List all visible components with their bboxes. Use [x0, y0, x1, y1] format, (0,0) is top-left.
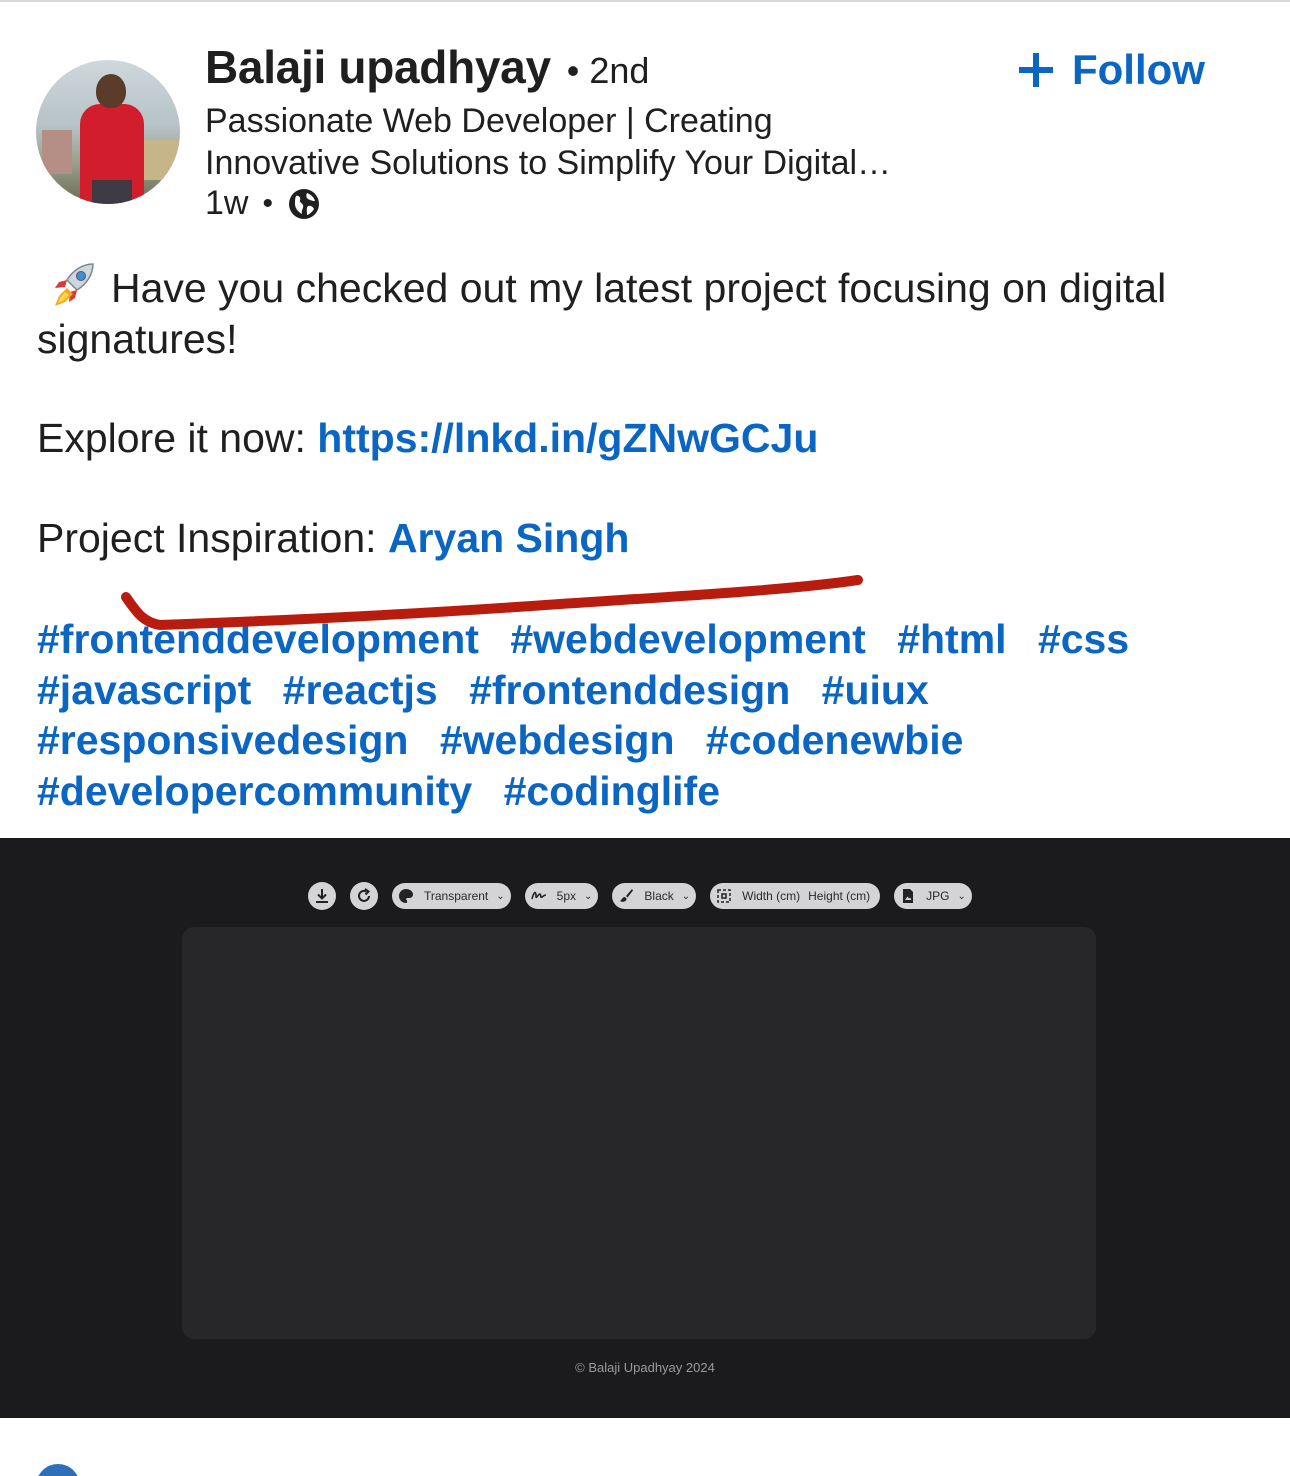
- resize-icon: [717, 889, 731, 903]
- refresh-icon: [358, 888, 371, 902]
- brush-icon: [620, 889, 634, 902]
- hashtag[interactable]: #codenewbie: [706, 717, 963, 763]
- inspiration-prefix: Project Inspiration:: [37, 515, 388, 561]
- hashtag[interactable]: #css: [1038, 616, 1129, 662]
- hashtag[interactable]: #uiux: [822, 667, 929, 713]
- stroke-width-select[interactable]: 5px ⌄: [524, 883, 599, 909]
- hashtag[interactable]: #frontenddevelopment: [37, 616, 479, 662]
- hashtag[interactable]: #html: [897, 616, 1006, 662]
- plus-icon: [1019, 53, 1053, 87]
- post-line-1: Have you checked out my latest project f…: [111, 265, 1167, 311]
- headline-line-2: Innovative Solutions to Simplify Your Di…: [205, 144, 892, 182]
- height-input[interactable]: Height (cm): [808, 889, 870, 903]
- hashtag[interactable]: #reactjs: [283, 667, 438, 713]
- headline-line-1: Passionate Web Developer | Creating: [205, 102, 773, 140]
- connection-degree: • 2nd: [566, 50, 650, 91]
- chevron-down-icon: ⌄: [681, 890, 691, 902]
- download-icon: [316, 889, 328, 903]
- format-select[interactable]: JPG ⌄: [894, 883, 972, 909]
- hashtag[interactable]: #webdevelopment: [510, 616, 865, 662]
- hashtag[interactable]: #codinglife: [504, 768, 720, 814]
- post-time: 1w: [205, 184, 249, 222]
- author-avatar[interactable]: [36, 60, 180, 204]
- signature-stroke-icon: [530, 891, 546, 900]
- width-input[interactable]: Width (cm): [742, 889, 800, 903]
- download-button[interactable]: [308, 882, 336, 910]
- hashtag[interactable]: #responsivedesign: [37, 717, 408, 763]
- format-value: JPG: [926, 889, 950, 903]
- hashtag[interactable]: #javascript: [37, 667, 251, 713]
- hashtag[interactable]: #frontenddesign: [469, 667, 790, 713]
- background-value: Transparent: [424, 889, 489, 903]
- globe-icon: [288, 188, 319, 219]
- author-headline: Passionate Web Developer | Creating Inno…: [205, 100, 995, 184]
- hashtag-list: #frontenddevelopment #webdevelopment #ht…: [37, 614, 1267, 816]
- inspiration-line: Project Inspiration: Aryan Singh: [37, 513, 629, 564]
- author-name[interactable]: Balaji upadhyay: [205, 40, 551, 94]
- top-divider: [0, 0, 1290, 2]
- dimensions-group[interactable]: Width (cm) Height (cm): [710, 883, 881, 909]
- signature-toolbar: Transparent ⌄ 5px ⌄ Black ⌄ Width (cm) H…: [308, 882, 986, 910]
- hashtag[interactable]: #webdesign: [440, 717, 675, 763]
- color-value: Black: [644, 889, 674, 903]
- color-select[interactable]: Black ⌄: [612, 883, 697, 909]
- rocket-icon: [55, 263, 94, 306]
- post-meta: 1w •: [205, 184, 321, 223]
- post-text: Have you checked out my latest project f…: [37, 260, 1267, 365]
- chevron-down-icon: ⌄: [957, 890, 966, 902]
- chevron-down-icon: ⌄: [584, 890, 593, 902]
- explore-line: Explore it now: https://lnkd.in/gZNwGCJu: [37, 413, 818, 464]
- post-line-2: signatures!: [37, 316, 238, 362]
- signature-canvas[interactable]: [182, 927, 1096, 1339]
- follow-button[interactable]: Follow: [1016, 46, 1205, 94]
- image-file-icon: [903, 889, 914, 903]
- hashtag[interactable]: #developercommunity: [37, 768, 472, 814]
- palette-icon: [399, 889, 413, 903]
- stroke-width-value: 5px: [556, 889, 577, 903]
- reaction-avatar: [36, 1464, 80, 1476]
- copyright-text: © Balaji Upadhyay 2024: [575, 1360, 715, 1375]
- chevron-down-icon: ⌄: [496, 890, 505, 902]
- explore-prefix: Explore it now:: [37, 415, 318, 461]
- background-select[interactable]: Transparent ⌄: [392, 883, 511, 909]
- follow-label: Follow: [1072, 46, 1205, 93]
- inspiration-mention[interactable]: Aryan Singh: [388, 515, 629, 561]
- author-name-row: Balaji upadhyay • 2nd: [205, 40, 649, 96]
- project-link[interactable]: https://lnkd.in/gZNwGCJu: [317, 415, 818, 461]
- reset-button[interactable]: [350, 882, 378, 910]
- next-post-peek: [0, 1418, 1290, 1476]
- post-image[interactable]: Transparent ⌄ 5px ⌄ Black ⌄ Width (cm) H…: [0, 838, 1290, 1418]
